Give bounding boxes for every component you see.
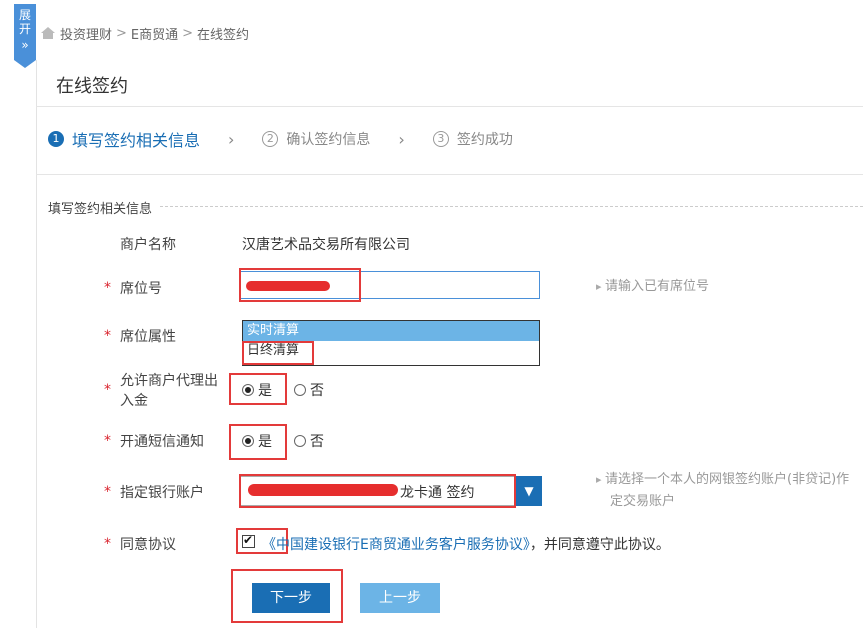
proxy-transfer-label-line-1: 允许商户代理出: [120, 373, 218, 389]
previous-step-button[interactable]: 上一步: [360, 583, 440, 613]
step-2: 2 确认签约信息: [262, 129, 370, 149]
expand-sidebar-tab[interactable]: 展 开 »: [14, 4, 36, 60]
chevron-down-icon[interactable]: ▼: [516, 476, 542, 506]
annotation-box-seat-number: [239, 268, 361, 302]
section-divider: [160, 206, 863, 207]
sms-notify-no[interactable]: 否: [294, 431, 324, 451]
proxy-transfer-no[interactable]: 否: [294, 380, 324, 400]
chevron-right-icon: ›: [228, 129, 235, 149]
sms-notify-label: 开通短信通知: [120, 434, 204, 450]
sms-notify-no-label: 否: [310, 434, 324, 450]
bank-account-hint-line-1: 请选择一个本人的网银签约账户(非贷记)作: [605, 472, 850, 487]
proxy-transfer-label-line-2: 入金: [120, 393, 148, 409]
step-1-number: 1: [48, 131, 64, 147]
agreement-label: 同意协议: [120, 537, 176, 553]
required-mark: *: [104, 328, 111, 344]
proxy-transfer-no-label: 否: [310, 383, 324, 399]
step-2-number: 2: [262, 131, 279, 147]
annotation-box-proxy-transfer: [229, 373, 287, 405]
required-mark: *: [104, 433, 111, 449]
seat-attribute-option-realtime[interactable]: 实时清算: [243, 321, 539, 341]
home-icon[interactable]: [40, 26, 56, 40]
breadcrumb-item-ecommerce[interactable]: E商贸通: [131, 24, 178, 43]
page-title: 在线签约: [56, 76, 128, 97]
annotation-box-seat-attribute: [242, 341, 314, 365]
merchant-name-label: 商户名称: [120, 237, 176, 253]
annotation-box-bank-account: [239, 474, 516, 508]
required-mark: *: [104, 382, 111, 398]
agreement-suffix: ，并同意遵守此协议。: [529, 537, 670, 553]
section-title: 填写签约相关信息: [48, 198, 159, 217]
steps-divider: [36, 174, 863, 175]
bank-account-hint-line-2: 定交易账户: [610, 494, 676, 509]
panel-header: [36, 60, 863, 107]
step-3-label: 签约成功: [456, 132, 513, 148]
step-3: 3 签约成功: [432, 129, 513, 149]
expand-tab-label-2: 开: [18, 22, 31, 36]
breadcrumb: 投资理财 > E商贸通 > 在线签约: [40, 22, 249, 44]
merchant-name-value: 汉唐艺术品交易所有限公司: [242, 237, 410, 253]
step-3-number: 3: [432, 131, 449, 147]
breadcrumb-item-current: 在线签约: [197, 27, 250, 43]
seat-number-hint: 请输入已有席位号: [596, 277, 709, 297]
bank-account-label: 指定银行账户: [120, 485, 204, 501]
bank-account-hint: 请选择一个本人的网银签约账户(非贷记)作: [596, 470, 863, 490]
expand-tab-tail: [14, 60, 36, 68]
required-mark: *: [104, 536, 111, 552]
agreement-link[interactable]: 《中国建设银行E商贸通业务客户服务协议》: [262, 537, 530, 553]
step-indicator: 1 填写签约相关信息 › 2 确认签约信息 › 3 签约成功: [48, 128, 541, 150]
step-1: 1 填写签约相关信息: [48, 127, 200, 151]
required-mark: *: [104, 280, 111, 296]
double-chevron-icon: »: [21, 38, 29, 52]
annotation-box-sms: [229, 424, 287, 460]
breadcrumb-separator: >: [116, 25, 127, 41]
radio-unchecked-icon[interactable]: [294, 384, 306, 396]
step-1-label: 填写签约相关信息: [72, 131, 201, 150]
chevron-right-icon: ›: [398, 129, 405, 149]
agreement-text: 《中国建设银行E商贸通业务客户服务协议》，并同意遵守此协议。: [262, 534, 670, 554]
radio-unchecked-icon[interactable]: [294, 435, 306, 447]
annotation-box-next: [231, 569, 343, 623]
required-mark: *: [104, 484, 111, 500]
breadcrumb-separator: >: [182, 25, 194, 41]
step-2-label: 确认签约信息: [286, 132, 371, 148]
seat-attribute-label: 席位属性: [120, 329, 176, 345]
breadcrumb-item-invest[interactable]: 投资理财: [60, 24, 112, 43]
proxy-transfer-label: 允许商户代理出 入金: [120, 371, 218, 411]
seat-number-label: 席位号: [120, 281, 162, 297]
expand-tab-label-1: 展: [18, 8, 31, 22]
